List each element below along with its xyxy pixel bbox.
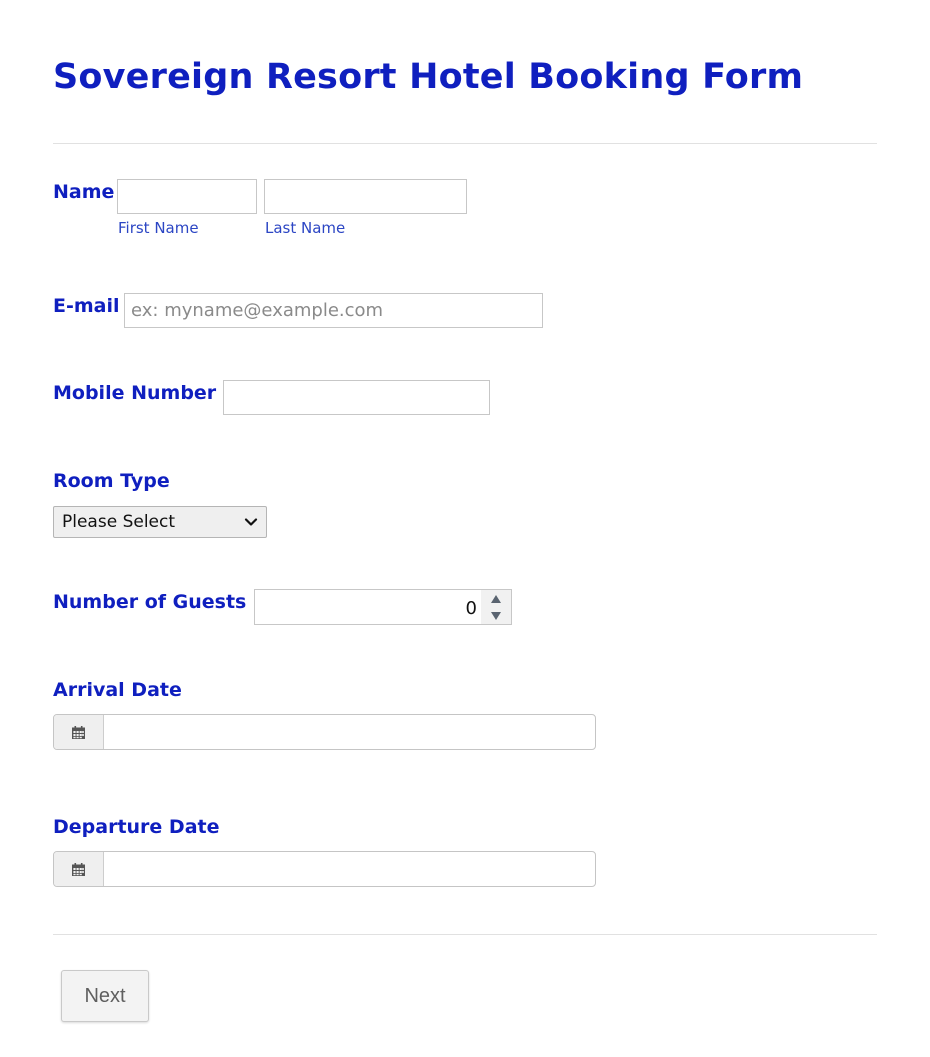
caret-down-icon [491, 611, 501, 620]
departure-date-field [53, 851, 596, 887]
caret-up-icon [491, 594, 501, 603]
chevron-down-icon [244, 518, 258, 526]
guests-number-input[interactable]: 0 [254, 589, 512, 625]
last-name-sublabel: Last Name [265, 219, 346, 237]
departure-date-input[interactable] [104, 852, 595, 886]
increment-button[interactable] [481, 590, 511, 607]
room-type-selected-value: Please Select [62, 512, 176, 532]
calendar-icon [72, 725, 85, 739]
next-button[interactable]: Next [61, 970, 149, 1022]
email-input[interactable] [124, 293, 543, 328]
guests-label: Number of Guests [53, 591, 247, 613]
room-type-label: Room Type [53, 470, 170, 492]
name-label: Name [53, 181, 115, 203]
calendar-icon [72, 862, 85, 876]
header-divider [53, 143, 877, 144]
first-name-sublabel: First Name [118, 219, 199, 237]
mobile-number-input[interactable] [223, 380, 490, 415]
arrival-calendar-button[interactable] [54, 715, 104, 749]
guests-spinner[interactable] [481, 590, 511, 624]
booking-form-page: Sovereign Resort Hotel Booking Form Name… [0, 0, 930, 1057]
guests-value: 0 [465, 598, 477, 619]
last-name-input[interactable] [264, 179, 467, 214]
arrival-date-label: Arrival Date [53, 679, 182, 701]
arrival-date-input[interactable] [104, 715, 595, 749]
departure-calendar-button[interactable] [54, 852, 104, 886]
room-type-select[interactable]: Please Select [53, 506, 267, 538]
email-label: E-mail [53, 295, 120, 317]
decrement-button[interactable] [481, 607, 511, 624]
arrival-date-field [53, 714, 596, 750]
form-title: Sovereign Resort Hotel Booking Form [53, 57, 804, 97]
departure-date-label: Departure Date [53, 816, 220, 838]
footer-divider [53, 934, 877, 935]
mobile-number-label: Mobile Number [53, 382, 217, 404]
first-name-input[interactable] [117, 179, 257, 214]
